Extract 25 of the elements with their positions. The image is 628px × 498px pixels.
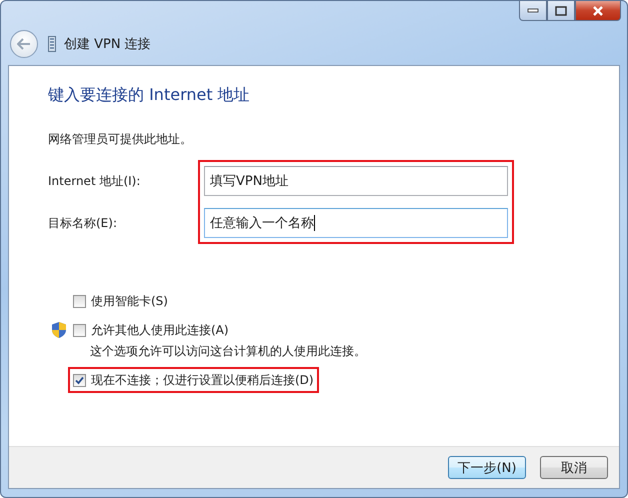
close-button[interactable] — [575, 1, 621, 21]
field-label: Internet 地址(I): — [48, 172, 142, 190]
checkbox-label[interactable]: 允许其他人使用此连接(A) — [91, 322, 229, 338]
next-button[interactable]: 下一步(N) — [448, 456, 526, 479]
maximize-icon — [555, 6, 567, 16]
arrow-icon — [17, 38, 31, 50]
maximize-button[interactable] — [547, 1, 575, 21]
checkbox-label[interactable]: 使用智能卡(S) — [91, 292, 168, 310]
window-title: 创建 VPN 连接 — [64, 36, 151, 53]
page-heading: 键入要连接的 Internet 地址 — [48, 85, 251, 106]
cancel-button[interactable]: 取消 — [540, 456, 608, 479]
checkbox[interactable] — [73, 324, 86, 336]
minimize-icon — [527, 8, 539, 13]
checkbox[interactable] — [73, 374, 86, 386]
input-field[interactable]: 任意输入一个名称 — [204, 208, 508, 238]
back-button[interactable] — [10, 30, 38, 58]
option-description: 这个选项允许可以访问这台计算机的人使用此连接。 — [90, 343, 367, 360]
minimize-button[interactable] — [519, 1, 547, 21]
instruction-text: 网络管理员可提供此地址。 — [48, 131, 193, 148]
checkbox[interactable] — [73, 294, 86, 308]
field-label: 目标名称(E): — [48, 214, 118, 232]
input-field[interactable]: 填写VPN地址 — [204, 166, 508, 196]
checkbox-label[interactable]: 现在不连接；仅进行设置以便稍后连接(D) — [91, 372, 314, 388]
network-icon — [48, 36, 56, 52]
close-icon — [592, 6, 604, 16]
